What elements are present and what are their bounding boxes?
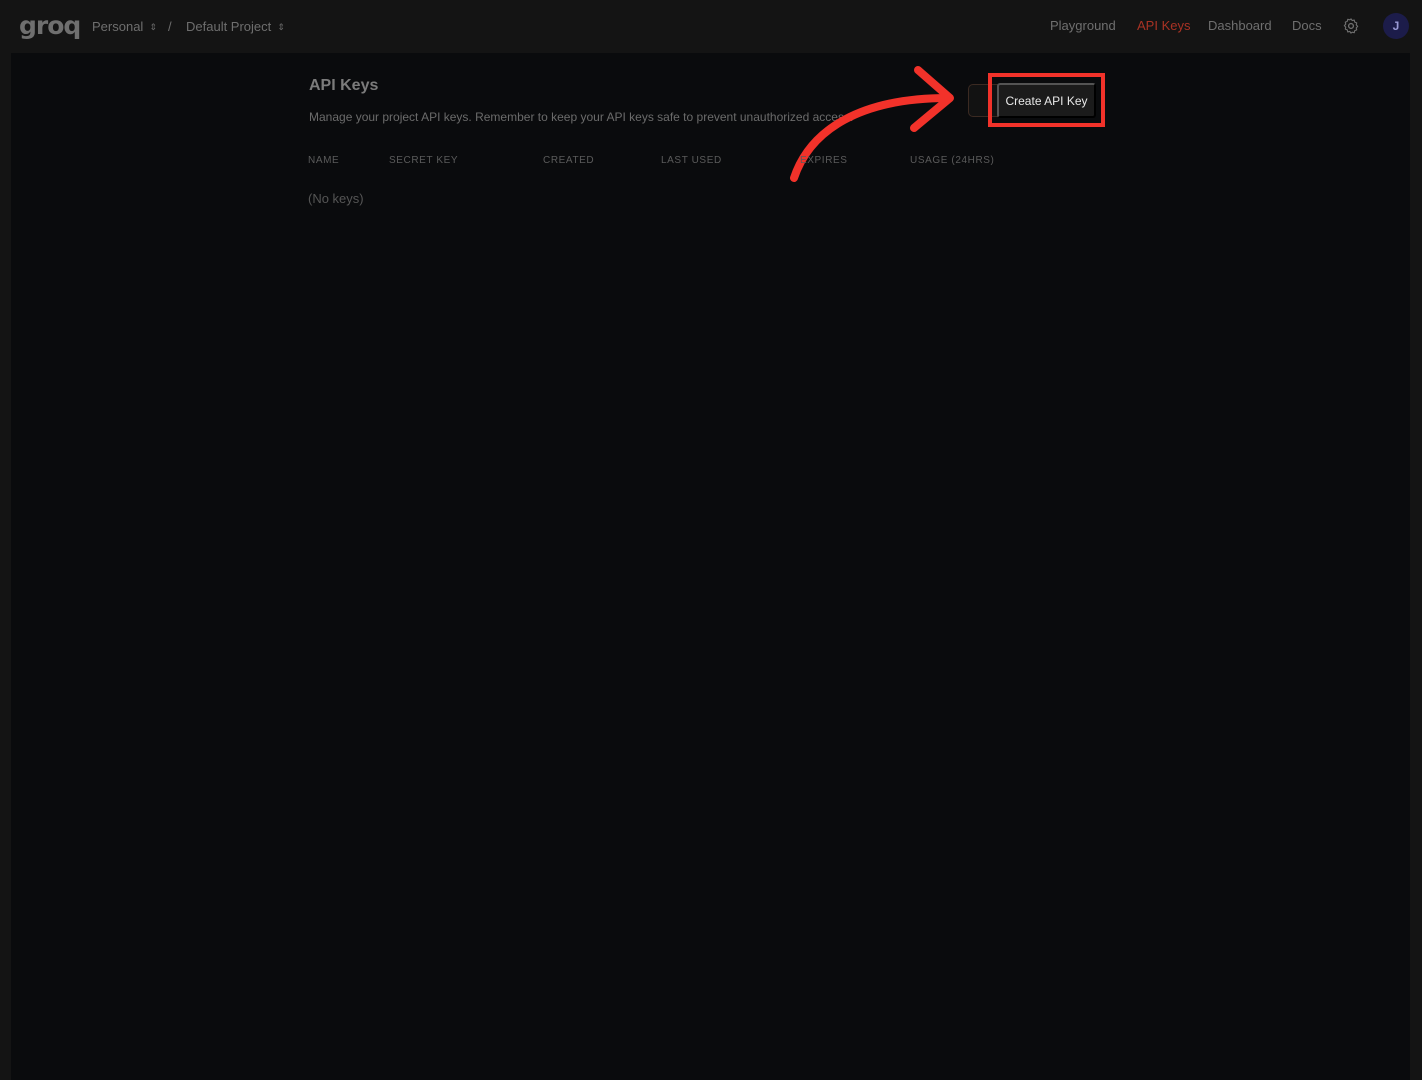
column-expires: EXPIRES (800, 155, 848, 166)
main-panel (11, 53, 1410, 1080)
column-name: NAME (308, 155, 340, 166)
org-name: Personal (92, 19, 144, 34)
highlight-box (988, 73, 1105, 127)
nav-api-keys[interactable]: API Keys (1137, 18, 1190, 34)
page-description: Manage your project API keys. Remember t… (309, 110, 854, 124)
column-secret-key: SECRET KEY (389, 155, 459, 166)
top-bar: groq Personal ⇕ / Default Project ⇕ Play… (0, 0, 1422, 52)
chevron-updown-icon: ⇕ (149, 21, 157, 32)
user-avatar[interactable]: J (1383, 13, 1409, 39)
gear-icon[interactable] (1342, 17, 1360, 35)
project-name: Default Project (186, 19, 272, 34)
annotation-arrow-icon (790, 66, 954, 182)
empty-state: (No keys) (308, 191, 364, 206)
column-usage: USAGE (24HRS) (910, 155, 995, 166)
column-last-used: LAST USED (661, 155, 722, 166)
column-created: CREATED (543, 155, 595, 166)
chevron-updown-icon: ⇕ (277, 21, 285, 32)
breadcrumb-separator: / (168, 19, 172, 34)
nav-playground[interactable]: Playground (1050, 18, 1116, 34)
nav-docs[interactable]: Docs (1292, 18, 1322, 34)
groq-logo[interactable]: groq (19, 12, 81, 40)
page-title: API Keys (309, 77, 379, 94)
project-switcher[interactable]: Default Project ⇕ (186, 19, 285, 35)
nav-dashboard[interactable]: Dashboard (1208, 18, 1272, 34)
org-switcher[interactable]: Personal ⇕ (92, 19, 157, 35)
